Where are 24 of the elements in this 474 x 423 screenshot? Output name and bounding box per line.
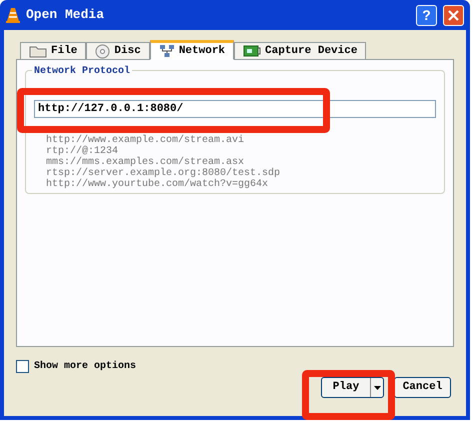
checkbox[interactable]: [16, 360, 29, 373]
example-url: rtsp://server.example.org:8080/test.sdp: [46, 168, 282, 179]
close-button[interactable]: [443, 4, 464, 26]
caret-icon: [374, 386, 380, 390]
play-split-button[interactable]: Play: [321, 377, 384, 398]
cancel-button[interactable]: Cancel: [394, 377, 451, 398]
example-url: http://www.yourtube.com/watch?v=gg64x: [46, 179, 270, 190]
example-url: http://www.example.com/stream.avi: [46, 135, 246, 146]
example-url: rtp://@:1234: [46, 146, 118, 157]
traffic-cone-icon: [6, 7, 20, 23]
window-title: Open Media: [26, 6, 106, 24]
help-button[interactable]: ?: [416, 4, 437, 26]
close-icon: [448, 10, 459, 20]
network-icon: [158, 44, 175, 58]
tab[interactable]: Disc: [86, 42, 150, 59]
dropdown-arrow-button[interactable]: [370, 378, 383, 397]
tab[interactable]: File: [20, 42, 86, 59]
capture-card-icon: [243, 44, 262, 58]
url-field[interactable]: http://127.0.0.1:8080/: [34, 100, 436, 118]
play-button[interactable]: Play: [322, 379, 370, 396]
tab[interactable]: Capture Device: [234, 42, 366, 59]
tab[interactable]: Network: [150, 40, 234, 60]
example-url: mms://mms.examples.com/stream.asx: [46, 157, 244, 168]
checkbox-label: Show more options: [34, 360, 136, 374]
